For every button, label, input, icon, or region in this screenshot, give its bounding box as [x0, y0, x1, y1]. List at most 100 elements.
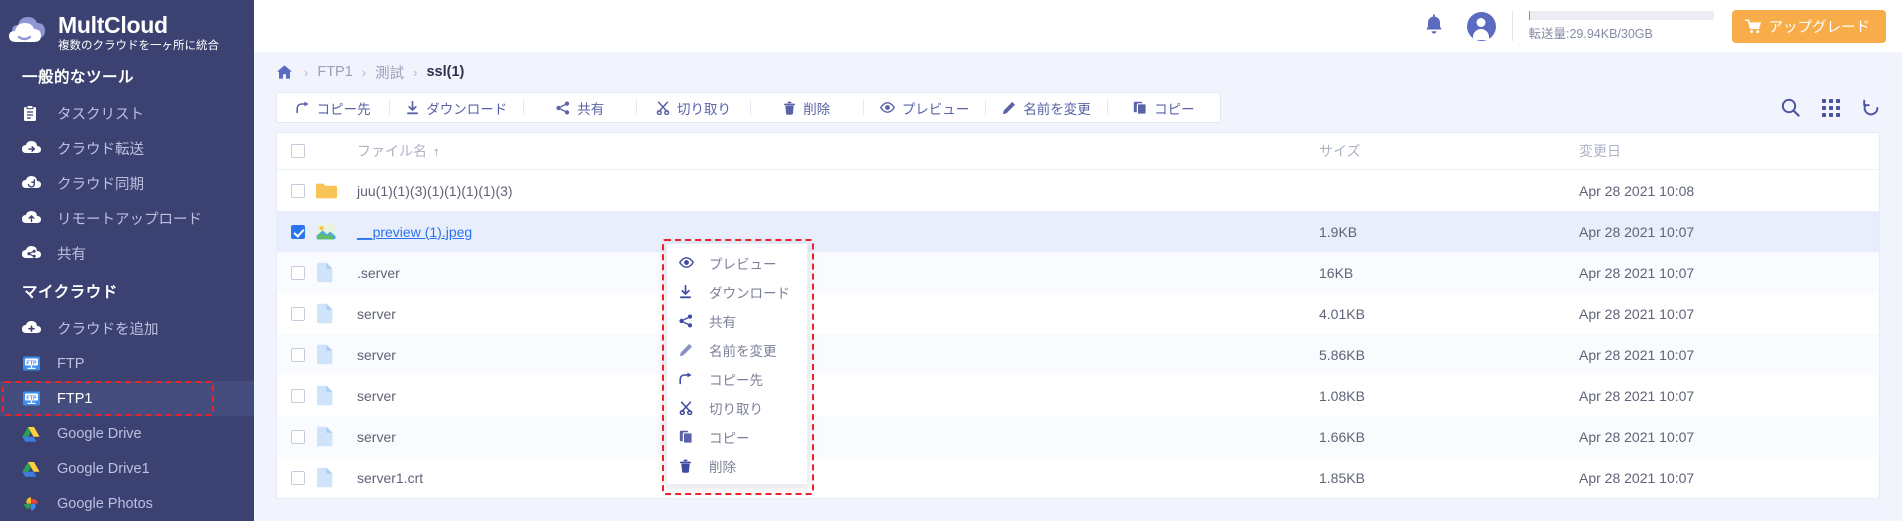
google-drive-icon: [22, 426, 48, 442]
upgrade-label: アップグレード: [1768, 19, 1871, 36]
quota-label: 転送量:29.94KB/30GB: [1528, 26, 1653, 41]
sidebar-item-add-cloud[interactable]: クラウドを追加: [0, 311, 254, 346]
row-select-cell: [277, 388, 315, 403]
sidebar-item-share[interactable]: 共有: [0, 236, 254, 271]
file-name-cell[interactable]: .server: [357, 265, 1319, 281]
row-checkbox[interactable]: [291, 183, 305, 198]
context-menu-item-cut[interactable]: 切り取り: [667, 393, 807, 422]
file-name-cell[interactable]: __preview (1).jpeg: [357, 224, 1319, 240]
sidebar-item-cloud-sync[interactable]: クラウド同期: [0, 166, 254, 201]
file-icon: [315, 426, 357, 447]
toolbar-copy-button[interactable]: コピー: [1108, 93, 1220, 122]
context-menu-item-delete[interactable]: 削除: [667, 451, 807, 480]
context-menu-item-rename[interactable]: 名前を変更: [667, 335, 807, 364]
transfer-quota: 転送量:29.94KB/30GB: [1528, 10, 1714, 42]
table-row[interactable]: server 4.01KB Apr 28 2021 10:07: [277, 293, 1879, 334]
row-checkbox[interactable]: [291, 347, 305, 362]
search-icon[interactable]: [1781, 98, 1800, 117]
sidebar-item-label: FTP1: [57, 390, 93, 407]
sidebar-item-ftp1[interactable]: FTP FTP1: [0, 381, 254, 416]
row-checkbox[interactable]: [291, 265, 305, 280]
toolbar-label: 名前を変更: [1023, 101, 1091, 117]
toolbar-label: コピー: [1154, 101, 1195, 117]
column-header-size[interactable]: サイズ: [1319, 141, 1579, 161]
select-all-checkbox[interactable]: [291, 144, 305, 158]
ftp-icon: FTP: [22, 390, 48, 407]
table-row[interactable]: server 1.08KB Apr 28 2021 10:07: [277, 375, 1879, 416]
toolbar-rename-button[interactable]: 名前を変更: [986, 93, 1107, 122]
breadcrumb-item-ftp1[interactable]: FTP1: [317, 64, 352, 80]
file-size-cell: 5.86KB: [1319, 346, 1365, 363]
file-modified-cell: Apr 28 2021 10:07: [1579, 305, 1695, 322]
toolbar-label: ダウンロード: [426, 101, 508, 117]
file-name-cell[interactable]: juu(1)(1)(3)(1)(1)(1)(1)(3): [357, 183, 1319, 199]
table-row[interactable]: server 5.86KB Apr 28 2021 10:07: [277, 334, 1879, 375]
row-checkbox[interactable]: [291, 224, 305, 239]
file-name-cell[interactable]: server1.crt: [357, 470, 1319, 486]
file-modified-cell: Apr 28 2021 10:07: [1579, 387, 1695, 404]
file-size-cell: 1.66KB: [1319, 428, 1365, 445]
ftp-icon: FTP: [22, 355, 48, 372]
toolbar-copy-to-button[interactable]: コピー先: [277, 93, 389, 122]
toolbar-wrap: コピー先 ダウンロード 共有 切り取り 削除 プレビュー 名前を変更 コピー: [254, 92, 1902, 123]
file-name-cell[interactable]: server: [357, 429, 1319, 445]
action-toolbar: コピー先 ダウンロード 共有 切り取り 削除 プレビュー 名前を変更 コピー: [276, 92, 1221, 123]
column-header-name[interactable]: ファイル名 ↑: [357, 141, 1319, 161]
context-menu-item-download[interactable]: ダウンロード: [667, 277, 807, 306]
pencil-icon: [1002, 101, 1016, 115]
context-menu-label: ダウンロード: [709, 285, 790, 301]
column-header-modified[interactable]: 変更日: [1579, 141, 1879, 161]
sidebar-item-google-drive[interactable]: Google Drive: [0, 416, 254, 451]
sidebar-item-ftp[interactable]: FTP FTP: [0, 346, 254, 381]
trash-icon: [679, 459, 701, 473]
context-menu-item-copy-to[interactable]: コピー先: [667, 364, 807, 393]
image-file-icon: [315, 222, 357, 241]
context-menu-item-copy[interactable]: コピー: [667, 422, 807, 451]
sidebar-item-label: Google Photos: [57, 495, 153, 512]
share-icon: [556, 101, 570, 115]
sidebar-item-google-drive1[interactable]: Google Drive1: [0, 451, 254, 486]
file-name-cell[interactable]: server: [357, 347, 1319, 363]
row-checkbox[interactable]: [291, 470, 305, 485]
brand[interactable]: MultCloud 複数のクラウドを一ヶ所に統合: [0, 0, 254, 56]
context-menu: プレビュー ダウンロード 共有 名前を変更 コピー先 切り取り コピー 削除: [666, 243, 808, 485]
table-row[interactable]: juu(1)(1)(3)(1)(1)(1)(1)(3) Apr 28 2021 …: [277, 170, 1879, 211]
file-name-cell[interactable]: server: [357, 306, 1319, 322]
toolbar-download-button[interactable]: ダウンロード: [390, 93, 523, 122]
home-icon[interactable]: [276, 64, 293, 80]
file-modified-cell: Apr 28 2021 10:07: [1579, 428, 1695, 445]
table-row[interactable]: __preview (1).jpeg 1.9KB Apr 28 2021 10:…: [277, 211, 1879, 252]
refresh-icon[interactable]: [1862, 99, 1880, 117]
file-name-cell[interactable]: server: [357, 388, 1319, 404]
cut-icon: [679, 400, 701, 415]
context-menu-item-share[interactable]: 共有: [667, 306, 807, 335]
table-row[interactable]: server1.crt 1.85KB Apr 28 2021 10:07: [277, 457, 1879, 498]
sidebar-section-title-mycloud: マイクラウド: [22, 284, 118, 301]
row-checkbox[interactable]: [291, 388, 305, 403]
toolbar-share-button[interactable]: 共有: [524, 93, 636, 122]
row-select-cell: [277, 470, 315, 485]
toolbar-delete-button[interactable]: 削除: [751, 93, 863, 122]
sidebar-item-cloud-transfer[interactable]: クラウド転送: [0, 131, 254, 166]
sort-asc-icon[interactable]: ↑: [433, 144, 440, 159]
upgrade-button[interactable]: アップグレード: [1731, 9, 1886, 43]
row-checkbox[interactable]: [291, 306, 305, 321]
toolbar-preview-button[interactable]: プレビュー: [864, 93, 986, 122]
bell-icon[interactable]: [1423, 14, 1445, 38]
cloud-add-icon: [22, 321, 48, 336]
user-avatar-icon[interactable]: [1466, 11, 1496, 41]
toolbar-cut-button[interactable]: 切り取り: [637, 93, 749, 122]
breadcrumb-item-test[interactable]: 測試: [375, 62, 404, 83]
table-row[interactable]: .server 16KB Apr 28 2021 10:07: [277, 252, 1879, 293]
context-menu-label: 切り取り: [709, 401, 763, 417]
row-checkbox[interactable]: [291, 429, 305, 444]
sidebar-item-google-photos[interactable]: Google Photos: [0, 486, 254, 521]
context-menu-item-preview[interactable]: プレビュー: [667, 248, 807, 277]
row-select-cell: [277, 306, 315, 321]
table-row[interactable]: server 1.66KB Apr 28 2021 10:07: [277, 416, 1879, 457]
sidebar-item-tasklist[interactable]: タスクリスト: [0, 96, 254, 131]
sidebar-item-remote-upload[interactable]: リモートアップロード: [0, 201, 254, 236]
divider: [1511, 11, 1513, 41]
grid-view-icon[interactable]: [1822, 98, 1840, 117]
file-name-link[interactable]: __preview (1).jpeg: [357, 224, 472, 240]
